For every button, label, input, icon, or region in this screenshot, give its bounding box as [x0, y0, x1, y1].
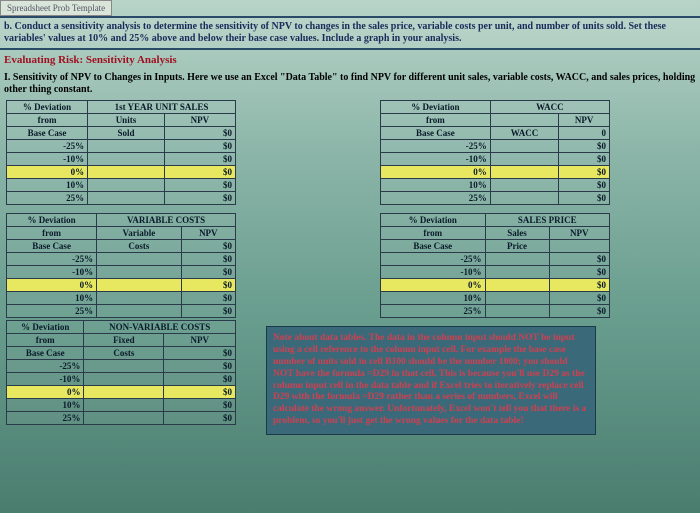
table-row: 0%$0 [7, 166, 236, 179]
table-row: -25%$0 [381, 140, 610, 153]
table-row: 25%$0 [7, 305, 236, 318]
table-nonvariable-costs: % DeviationNON-VARIABLE COSTS fromFixedN… [6, 320, 236, 425]
heading-sensitivity: I. Sensitivity of NPV to Changes in Inpu… [0, 70, 700, 98]
table-row: -10%$0 [7, 373, 236, 386]
sheet-tab[interactable]: Spreadsheet Prob Template [0, 0, 112, 16]
table-wacc: % DeviationWACC fromNPV Base CaseWACC0 -… [380, 100, 610, 205]
table-row: 10%$0 [381, 179, 610, 192]
table-row: 0%$0 [381, 166, 610, 179]
table-row: 25%$0 [7, 412, 236, 425]
table-row: 10%$0 [7, 399, 236, 412]
table-row: -10%$0 [7, 153, 236, 166]
table-variable-costs: % DeviationVARIABLE COSTS fromVariableNP… [6, 213, 236, 318]
table-row: 0%$0 [7, 386, 236, 399]
table-row: -10%$0 [381, 266, 610, 279]
section-b-instructions: b. Conduct a sensitivity analysis to det… [0, 16, 700, 50]
table-row: 25%$0 [381, 192, 610, 205]
table-row: 10%$0 [381, 292, 610, 305]
table-row: -25%$0 [7, 360, 236, 373]
table-row: 0%$0 [7, 279, 236, 292]
table-row: -10%$0 [7, 266, 236, 279]
table-row: 10%$0 [7, 179, 236, 192]
note-data-tables: Note about data tables. The data in the … [266, 326, 596, 435]
table-sales-price: % DeviationSALES PRICE fromSalesNPV Base… [380, 213, 610, 318]
table-row: 0%$0 [381, 279, 610, 292]
table-unit-sales: % Deviation1st YEAR UNIT SALES fromUnits… [6, 100, 236, 205]
table-row: -25%$0 [381, 253, 610, 266]
heading-evaluating-risk: Evaluating Risk: Sensitivity Analysis [0, 50, 700, 70]
table-row: -10%$0 [381, 153, 610, 166]
table-row: 10%$0 [7, 292, 236, 305]
table-row: -25%$0 [7, 253, 236, 266]
table-row: 25%$0 [7, 192, 236, 205]
table-row: 25%$0 [381, 305, 610, 318]
table-row: -25%$0 [7, 140, 236, 153]
